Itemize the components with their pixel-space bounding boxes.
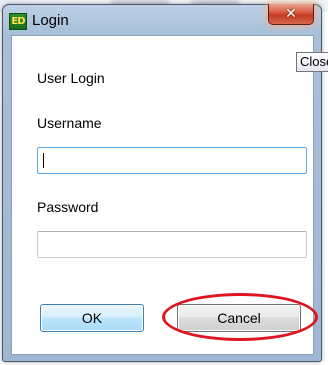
ok-button[interactable]: OK [40,304,144,332]
window-title: Login [32,12,69,29]
password-field[interactable] [37,231,307,258]
username-field[interactable] [37,147,307,174]
close-tooltip: Close [296,52,328,72]
dialog-content: User Login Username Password OK Cancel [11,35,314,355]
username-label: Username [37,115,102,131]
text-caret [43,153,44,168]
cancel-button[interactable]: Cancel [177,304,301,332]
close-icon: ✕ [285,6,297,22]
app-icon: ED [9,13,27,30]
login-dialog: ED Login ✕ User Login Username Password … [2,4,322,362]
close-button[interactable]: ✕ [268,4,314,25]
screenshot-stage: ED Login ✕ User Login Username Password … [0,0,328,365]
title-bar[interactable]: ED Login ✕ [3,4,321,35]
form-heading: User Login [37,70,105,86]
password-label: Password [37,199,99,215]
